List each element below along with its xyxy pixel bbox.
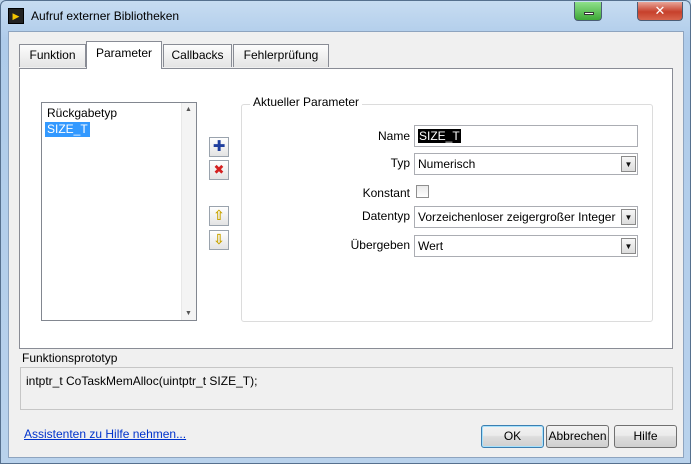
scroll-down-arrow-icon[interactable]: ▼	[185, 310, 192, 317]
tab-label: Fehlerprüfung	[243, 48, 319, 62]
arrow-down-icon: ⇩	[213, 231, 225, 247]
remove-parameter-button[interactable]: ✖	[209, 160, 229, 180]
dialog-client-area: Funktion Parameter Callbacks Fehlerprüfu…	[8, 31, 684, 458]
chevron-down-icon[interactable]: ▼	[621, 209, 636, 225]
add-parameter-button[interactable]: ✚	[209, 137, 229, 157]
delete-x-icon: ✖	[213, 162, 225, 177]
prototype-box: intptr_t CoTaskMemAlloc(uintptr_t SIZE_T…	[20, 367, 673, 410]
close-icon: ✕	[654, 3, 666, 18]
name-input[interactable]: SIZE_T	[414, 125, 638, 147]
name-value: SIZE_T	[418, 129, 461, 143]
cancel-button[interactable]: Abbrechen	[546, 425, 609, 448]
minimize-icon	[584, 12, 594, 15]
chevron-down-icon[interactable]: ▼	[621, 156, 636, 172]
tab-funktion[interactable]: Funktion	[19, 44, 86, 67]
tab-parameter[interactable]: Parameter	[86, 41, 162, 69]
pass-select[interactable]: Wert ▼	[414, 235, 638, 257]
scroll-up-arrow-icon[interactable]: ▲	[185, 106, 192, 113]
current-parameter-title: Aktueller Parameter	[250, 95, 363, 109]
tab-label: Callbacks	[171, 48, 224, 62]
pass-label: Übergeben	[350, 238, 410, 252]
datatype-value: Vorzeichenloser zeigergroßer Integer	[418, 210, 616, 224]
prototype-label: Funktionsprototyp	[22, 351, 118, 365]
type-label: Typ	[390, 156, 410, 170]
parameter-list[interactable]: Rückgabetyp SIZE_T ▲ ▼	[41, 102, 197, 321]
pass-value: Wert	[418, 239, 444, 253]
list-item-rueckgabetyp[interactable]: Rückgabetyp	[47, 106, 117, 121]
datatype-select[interactable]: Vorzeichenloser zeigergroßer Integer ▼	[414, 206, 638, 228]
chevron-down-icon[interactable]: ▼	[621, 238, 636, 254]
move-down-button[interactable]: ⇩	[209, 230, 229, 250]
labview-app-icon: ▶	[8, 8, 24, 24]
minimize-button[interactable]	[574, 2, 602, 21]
move-up-button[interactable]: ⇧	[209, 206, 229, 226]
tab-label: Funktion	[29, 48, 76, 62]
tab-fehlerpruefung[interactable]: Fehlerprüfung	[233, 44, 329, 67]
const-checkbox[interactable]	[416, 185, 429, 198]
list-item-size-t[interactable]: SIZE_T	[45, 122, 90, 137]
prototype-text: intptr_t CoTaskMemAlloc(uintptr_t SIZE_T…	[26, 374, 258, 388]
datatype-label: Datentyp	[361, 209, 410, 223]
dialog-window: ▶ Aufruf externer Bibliotheken ✕ Funktio…	[0, 0, 691, 464]
name-label: Name	[377, 129, 410, 143]
help-wizard-link[interactable]: Assistenten zu Hilfe nehmen...	[24, 427, 186, 441]
window-title: Aufruf externer Bibliotheken	[31, 9, 180, 23]
close-button[interactable]: ✕	[637, 2, 683, 21]
ok-button[interactable]: OK	[481, 425, 544, 448]
type-select[interactable]: Numerisch ▼	[414, 153, 638, 175]
help-button[interactable]: Hilfe	[614, 425, 677, 448]
type-value: Numerisch	[418, 157, 476, 171]
tab-label: Parameter	[95, 46, 153, 60]
arrow-up-icon: ⇧	[213, 207, 225, 223]
title-bar[interactable]: ▶ Aufruf externer Bibliotheken ✕	[1, 1, 690, 31]
const-label: Konstant	[362, 186, 410, 200]
parameter-tab-panel: Rückgabetyp SIZE_T ▲ ▼ ✚ ✖ ⇧ ⇩ Aktueller…	[19, 68, 673, 349]
tab-callbacks[interactable]: Callbacks	[163, 44, 232, 67]
list-scrollbar[interactable]: ▲ ▼	[181, 103, 196, 320]
plus-icon: ✚	[212, 138, 226, 155]
